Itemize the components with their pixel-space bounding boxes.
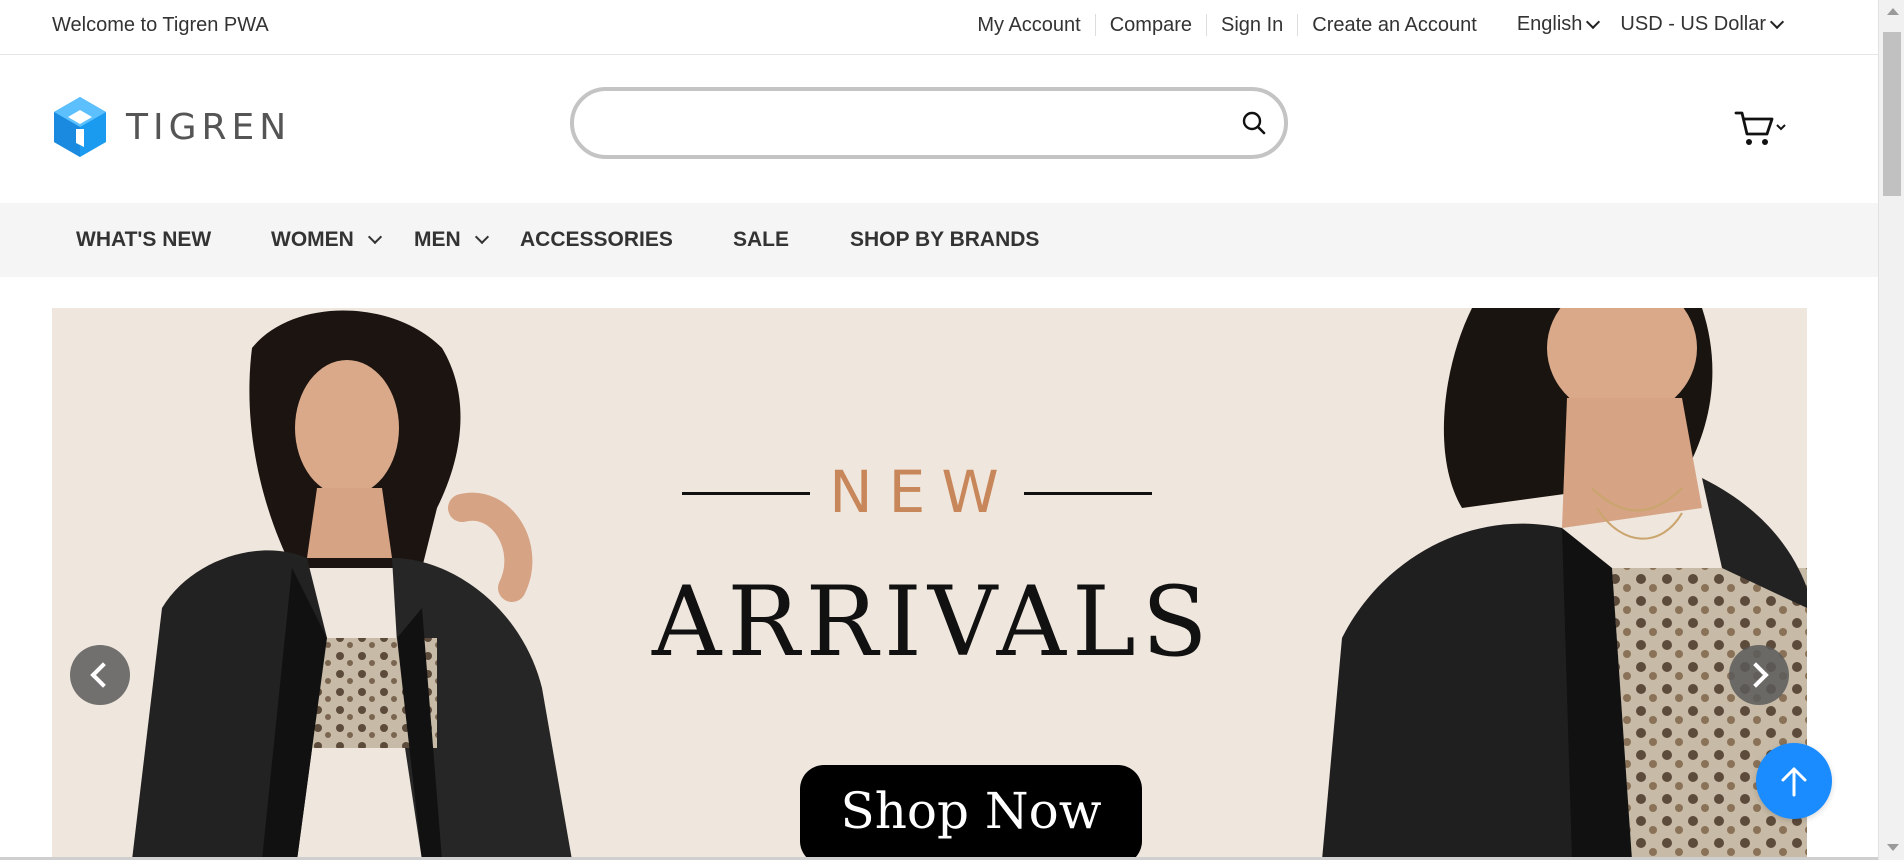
banner-headline: ARRIVALS [652,566,1214,678]
scroll-down-arrow-icon[interactable] [1887,844,1899,851]
logo-cube-icon [54,97,106,157]
chevron-left-icon [90,662,116,688]
back-to-top-button[interactable] [1756,743,1832,819]
model-photo-left [132,310,572,860]
cart-icon [1734,111,1786,145]
banner-tagline: NEW [829,458,1015,526]
scroll-up-arrow-icon[interactable] [1887,8,1899,15]
chevron-down-icon [474,229,489,245]
chevron-down-icon [1769,14,1785,29]
search-box [570,87,1288,159]
top-bar: Welcome to Tigren PWA My Account Compare… [0,0,1878,55]
banner-copy: NEW ARRIVALS Shop Now [652,308,1212,860]
slider-next-button[interactable] [1729,645,1789,705]
account-links: My Account Compare Sign In Create an Acc… [963,13,1785,36]
nav-item-label: SHOP BY BRANDS [850,228,1040,251]
chevron-down-icon [1586,14,1601,29]
arrow-up-icon [1781,767,1807,797]
search-input[interactable] [594,103,1194,143]
nav-item-sale[interactable]: SALE [733,203,789,277]
nav-item-label: MEN [414,228,461,251]
my-account-link[interactable]: My Account [963,14,1094,36]
nav-item-label: WOMEN [271,228,354,251]
search-button[interactable] [1238,107,1270,139]
nav-item-label: SALE [733,228,790,251]
shop-now-button[interactable]: Shop Now [800,765,1142,860]
search-icon [1242,111,1266,135]
model-photo-right [1322,308,1807,860]
nav-item-accessories[interactable]: ACCESSORIES [520,203,673,277]
compare-link[interactable]: Compare [1094,13,1206,36]
language-label: English [1516,13,1583,35]
nav-item-whats-new[interactable]: WHAT'S NEW [76,203,211,277]
page-scrollbar[interactable] [1878,0,1904,860]
currency-label: USD - US Dollar [1620,13,1766,35]
minicart-button[interactable] [1734,109,1790,149]
chevron-down-icon [367,229,382,245]
currency-selector[interactable]: USD - US Dollar [1620,13,1785,36]
nav-item-label: WHAT'S NEW [76,228,212,251]
tagline-row: NEW [682,458,1152,526]
site-header: TIGREN [0,55,1878,203]
create-account-link[interactable]: Create an Account [1297,13,1491,36]
page-viewport: Welcome to Tigren PWA My Account Compare… [0,0,1878,860]
language-selector[interactable]: English [1516,13,1601,36]
scrollbar-thumb[interactable] [1883,32,1901,196]
site-logo[interactable]: TIGREN [52,95,291,159]
main-navigation: WHAT'S NEW WOMEN MEN ACCESSORIES SALE SH… [0,203,1878,277]
hero-banner[interactable]: NEW ARRIVALS Shop Now [52,308,1807,860]
logo-text: TIGREN [126,106,292,148]
nav-item-label: ACCESSORIES [520,228,673,251]
nav-item-women[interactable]: WOMEN [271,203,382,277]
nav-item-shop-by-brands[interactable]: SHOP BY BRANDS [850,203,1039,277]
chevron-right-icon [1743,662,1769,688]
sign-in-link[interactable]: Sign In [1205,13,1297,36]
nav-item-men[interactable]: MEN [414,203,489,277]
welcome-message: Welcome to Tigren PWA [52,14,269,36]
slider-prev-button[interactable] [70,645,130,705]
